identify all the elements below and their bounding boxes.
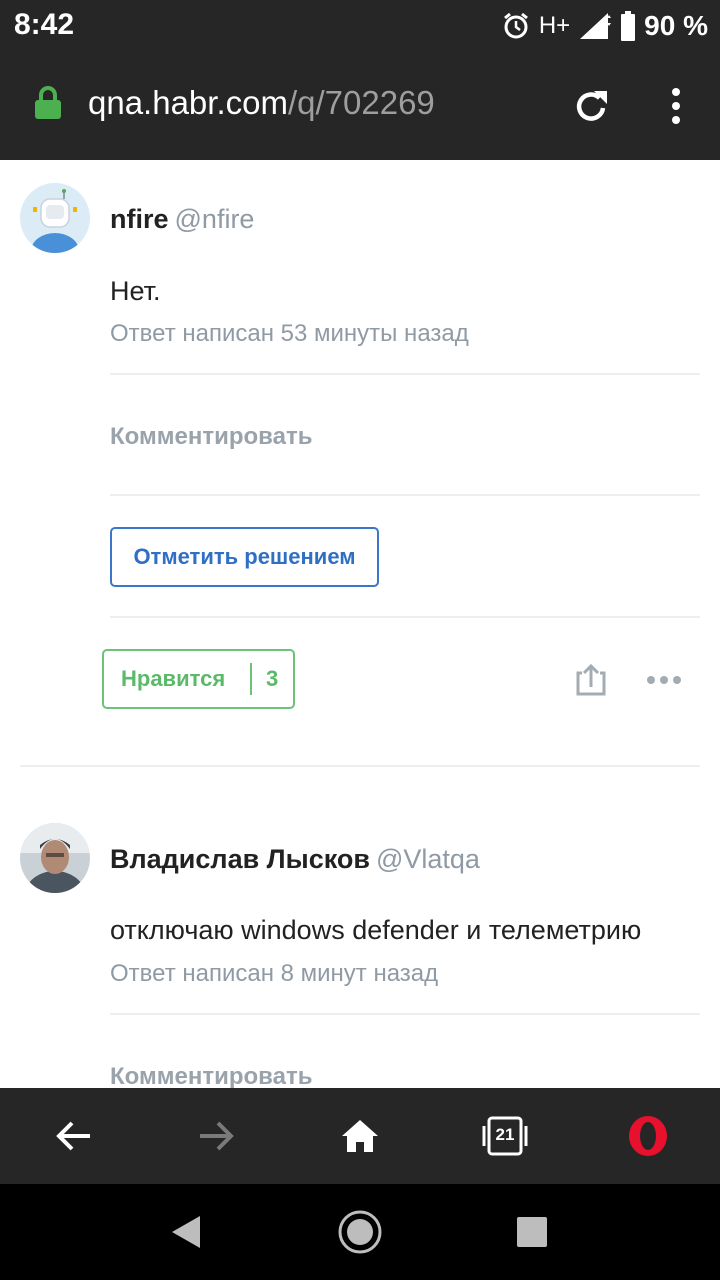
address-field[interactable]: qna.habr.com/q/702269 <box>88 84 435 122</box>
author-name[interactable]: Владислав Лысков <box>110 844 370 874</box>
nav-home-icon[interactable] <box>336 1208 384 1256</box>
answer-timestamp: Ответ написан 8 минут назад <box>110 960 439 987</box>
divider <box>110 494 700 496</box>
answer-timestamp: Ответ написан 53 минуты назад <box>110 320 469 347</box>
divider <box>110 616 700 618</box>
share-icon[interactable] <box>574 663 608 697</box>
answers-separator <box>20 765 700 767</box>
author-line: nfire @nfire <box>110 204 254 235</box>
alarm-icon <box>503 12 528 39</box>
page-content: nfire @nfire Нет. Ответ написан 53 минуты… <box>0 160 720 1088</box>
divider <box>110 1013 700 1015</box>
network-type: H+ <box>538 12 571 39</box>
answer-text: Нет. <box>110 276 161 306</box>
status-time: 8:42 <box>14 8 75 41</box>
status-icons: H+ 90 % <box>501 8 708 44</box>
menu-dots-icon[interactable] <box>664 86 688 126</box>
signal-icon <box>580 13 612 39</box>
nav-recents-icon[interactable] <box>516 1216 548 1248</box>
comment-link[interactable]: Комментировать <box>110 1063 312 1088</box>
user-photo-avatar-icon <box>20 823 90 893</box>
system-nav-bar <box>0 1184 720 1280</box>
robot-avatar-icon <box>20 183 90 253</box>
opera-menu-icon[interactable] <box>626 1112 670 1160</box>
answer-text: отключаю windows defender и телеметрию <box>110 915 642 945</box>
lock-icon <box>35 86 61 119</box>
reload-icon[interactable] <box>572 86 612 126</box>
divider <box>110 373 700 375</box>
nav-back-icon[interactable] <box>166 1212 206 1252</box>
author-handle[interactable]: @Vlatqa <box>376 844 480 874</box>
like-label: Нравится <box>121 666 226 691</box>
status-bar: 8:42 H+ 90 % <box>0 0 720 52</box>
like-count: 3 <box>266 666 279 691</box>
url-host: qna.habr.com <box>88 84 288 121</box>
tabs-button[interactable]: 21 <box>480 1112 530 1160</box>
author-line: Владислав Лысков @Vlatqa <box>110 844 480 875</box>
browser-url-bar: qna.habr.com/q/702269 <box>0 52 720 160</box>
browser-toolbar: 21 <box>0 1088 720 1184</box>
comment-link[interactable]: Комментировать <box>110 423 312 451</box>
author-handle[interactable]: @nfire <box>175 204 255 234</box>
home-icon[interactable] <box>340 1112 380 1160</box>
url-path: /q/702269 <box>287 84 435 121</box>
forward-arrow-icon[interactable] <box>196 1112 236 1160</box>
mark-solution-button[interactable]: Отметить решением <box>110 527 379 587</box>
avatar[interactable] <box>20 823 90 893</box>
battery-percent: 90 % <box>644 10 708 41</box>
like-button[interactable]: Нравится 3 <box>102 649 295 709</box>
back-arrow-icon[interactable] <box>54 1112 94 1160</box>
author-name[interactable]: nfire <box>110 204 169 234</box>
more-options-icon[interactable] <box>646 672 682 688</box>
battery-icon <box>621 11 636 41</box>
tabs-count: 21 <box>495 1125 515 1144</box>
avatar[interactable] <box>20 183 90 253</box>
